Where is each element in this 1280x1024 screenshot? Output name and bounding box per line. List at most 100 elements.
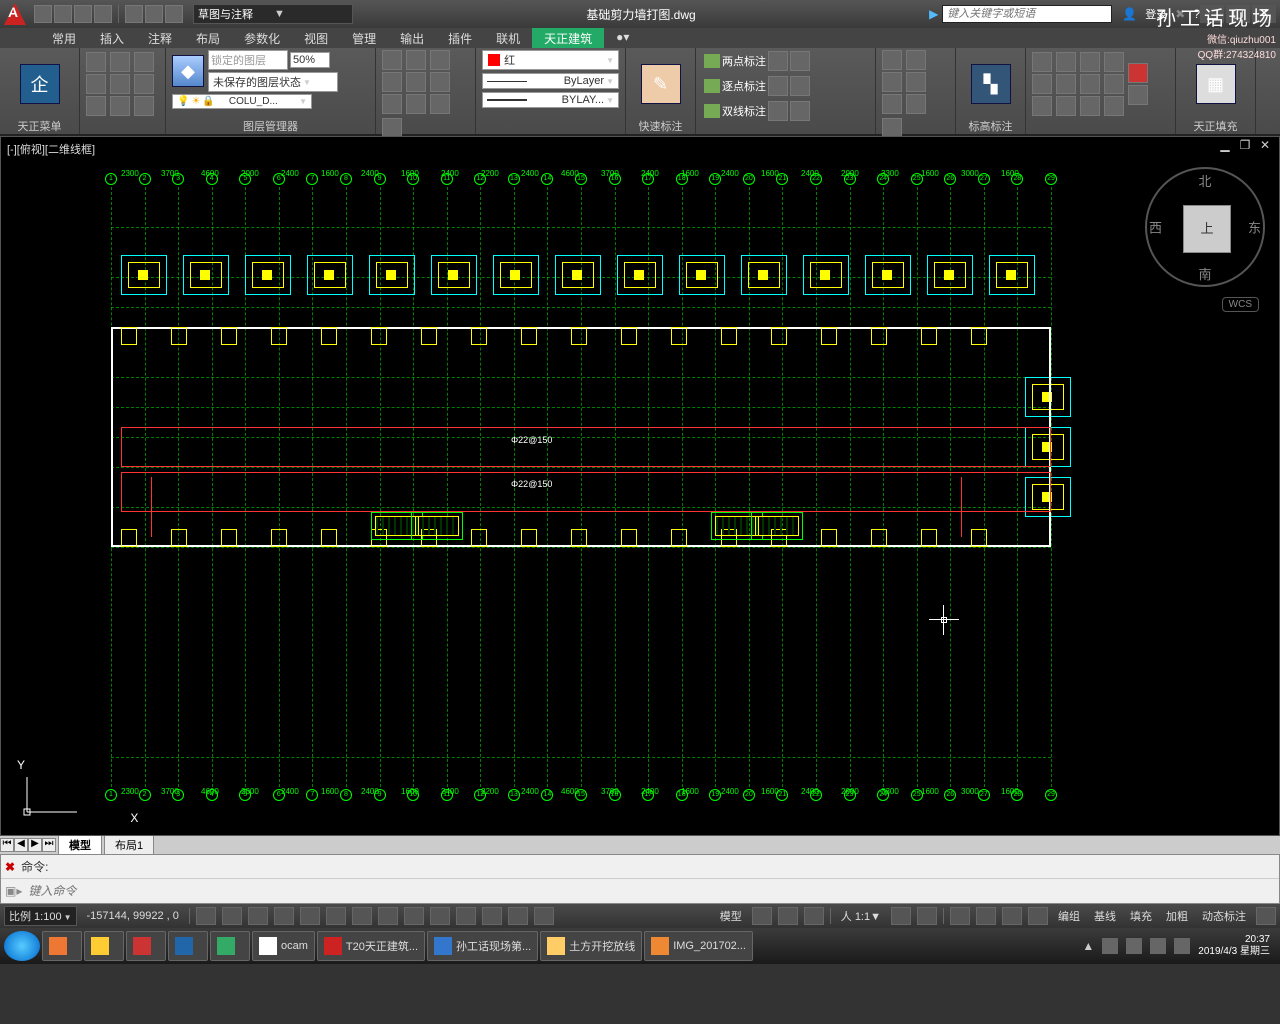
sb-icon[interactable] (752, 907, 772, 925)
sb-icon[interactable] (804, 907, 824, 925)
ortho-toggle[interactable] (248, 907, 268, 925)
tab-manage[interactable]: 管理 (340, 28, 388, 48)
qat-saveas-icon[interactable] (94, 5, 112, 23)
hatch-button[interactable]: ▦ (1196, 64, 1236, 104)
task-item[interactable] (42, 931, 82, 961)
dim-ext-icon[interactable] (768, 76, 788, 96)
tool-icon[interactable] (906, 50, 926, 70)
tray-icon[interactable] (1126, 938, 1142, 954)
tool-icon[interactable] (134, 96, 154, 116)
sb-icon[interactable] (976, 907, 996, 925)
qat-undo-icon[interactable] (145, 5, 163, 23)
tool-copy-icon[interactable] (86, 74, 106, 94)
tab-extra-icon[interactable]: ●▾ (604, 28, 641, 48)
tool-icon[interactable] (1032, 52, 1052, 72)
tool-icon[interactable] (382, 94, 402, 114)
tool-icon[interactable] (110, 52, 130, 72)
workspace-selector[interactable]: 草图与注释▼ (193, 4, 353, 24)
sc-toggle[interactable] (508, 907, 528, 925)
tool-icon[interactable] (1128, 85, 1148, 105)
qat-new-icon[interactable] (34, 5, 52, 23)
dim-ext-icon[interactable] (768, 51, 788, 71)
layerstate-dropdown[interactable]: 未保存的图层状态▼ (208, 72, 338, 92)
sb-dyndim[interactable]: 动态标注 (1198, 908, 1250, 924)
layout1-tab[interactable]: 布局1 (104, 835, 154, 855)
tool-icon[interactable] (1128, 63, 1148, 83)
snap-toggle[interactable] (196, 907, 216, 925)
drawing-area[interactable]: [-][俯视][二维线框] ▁ ❐ ✕ 北 南 东 西 上 WCS 112233… (0, 136, 1280, 836)
dim-ext-icon[interactable] (768, 101, 788, 121)
tool-icon[interactable] (134, 74, 154, 94)
linetype-dropdown[interactable]: ByLayer▼ (482, 73, 619, 89)
tool-icon[interactable] (906, 94, 926, 114)
tool-icon[interactable] (1104, 74, 1124, 94)
tool-icon[interactable] (906, 72, 926, 92)
task-img[interactable]: IMG_201702... (644, 931, 753, 961)
task-item[interactable] (126, 931, 166, 961)
sb-bold[interactable]: 加粗 (1162, 908, 1192, 924)
qat-plot-icon[interactable] (125, 5, 143, 23)
doc-minimize-icon[interactable]: ▁ (1217, 139, 1233, 153)
sb-baseline[interactable]: 基线 (1090, 908, 1120, 924)
point-dim-button[interactable]: 逐点标注 (702, 75, 812, 97)
polar-toggle[interactable] (274, 907, 294, 925)
tool-icon[interactable] (882, 72, 902, 92)
tool-icon[interactable] (134, 52, 154, 72)
tool-icon[interactable] (110, 96, 130, 116)
tab-online[interactable]: 联机 (484, 28, 532, 48)
dyn-toggle[interactable] (404, 907, 424, 925)
tab-tangent[interactable]: 天正建筑 (532, 28, 604, 48)
qat-redo-icon[interactable] (165, 5, 183, 23)
tool-icon[interactable] (882, 50, 902, 70)
tool-icon[interactable] (1104, 96, 1124, 116)
lwt-toggle[interactable] (430, 907, 450, 925)
sb-model[interactable]: 模型 (716, 908, 746, 924)
dim-ext-icon[interactable] (790, 101, 810, 121)
task-wps[interactable]: 孙工话现场第... (427, 931, 538, 961)
tool-icon[interactable] (1080, 74, 1100, 94)
tray-volume-icon[interactable] (1174, 938, 1190, 954)
sb-hatch[interactable]: 填充 (1126, 908, 1156, 924)
tool-icon[interactable] (1032, 96, 1052, 116)
tool-cut-icon[interactable] (86, 52, 106, 72)
tool-icon[interactable] (406, 50, 426, 70)
tab-prev-icon[interactable]: ◀ (14, 838, 28, 852)
layer-fade-input[interactable] (290, 52, 330, 68)
task-t20[interactable]: T20天正建筑... (317, 931, 425, 961)
tab-output[interactable]: 输出 (388, 28, 436, 48)
command-input[interactable] (28, 884, 1275, 898)
tool-icon[interactable] (382, 118, 402, 138)
tray-chevron-icon[interactable]: ▲ (1082, 939, 1094, 953)
sb-clean-icon[interactable] (1256, 907, 1276, 925)
sb-icon[interactable] (1028, 907, 1048, 925)
quick-dim-button[interactable]: ✎ (641, 64, 681, 104)
am-toggle[interactable] (534, 907, 554, 925)
elev-dim-button[interactable]: ▚ (971, 64, 1011, 104)
sb-icon[interactable] (950, 907, 970, 925)
dim-ext-icon[interactable] (790, 76, 810, 96)
task-item[interactable] (210, 931, 250, 961)
sb-icon[interactable] (1002, 907, 1022, 925)
start-button[interactable] (4, 931, 40, 961)
signin-icon[interactable]: 👤 (1122, 7, 1137, 21)
clock[interactable]: 20:37 2019/4/3 星期三 (1198, 934, 1270, 958)
double-line-dim-button[interactable]: 双线标注 (702, 100, 812, 122)
dim-ext-icon[interactable] (790, 51, 810, 71)
tool-icon[interactable] (430, 50, 450, 70)
tool-icon[interactable] (110, 74, 130, 94)
tab-common[interactable]: 常用 (40, 28, 88, 48)
tangent-menu-button[interactable]: 企 (20, 64, 60, 104)
tab-plugin[interactable]: 插件 (436, 28, 484, 48)
task-item[interactable] (84, 931, 124, 961)
tool-icon[interactable] (382, 50, 402, 70)
tool-icon[interactable] (882, 94, 902, 114)
tool-icon[interactable] (382, 72, 402, 92)
sb-group[interactable]: 编组 (1054, 908, 1084, 924)
app-logo[interactable] (4, 3, 26, 25)
tool-icon[interactable] (406, 94, 426, 114)
layer-manager-button[interactable]: ◆ (172, 55, 204, 87)
cmd-close-icon[interactable]: ✖ (5, 860, 15, 874)
sb-icon[interactable] (891, 907, 911, 925)
tool-icon[interactable] (1056, 74, 1076, 94)
otrack-toggle[interactable] (352, 907, 372, 925)
